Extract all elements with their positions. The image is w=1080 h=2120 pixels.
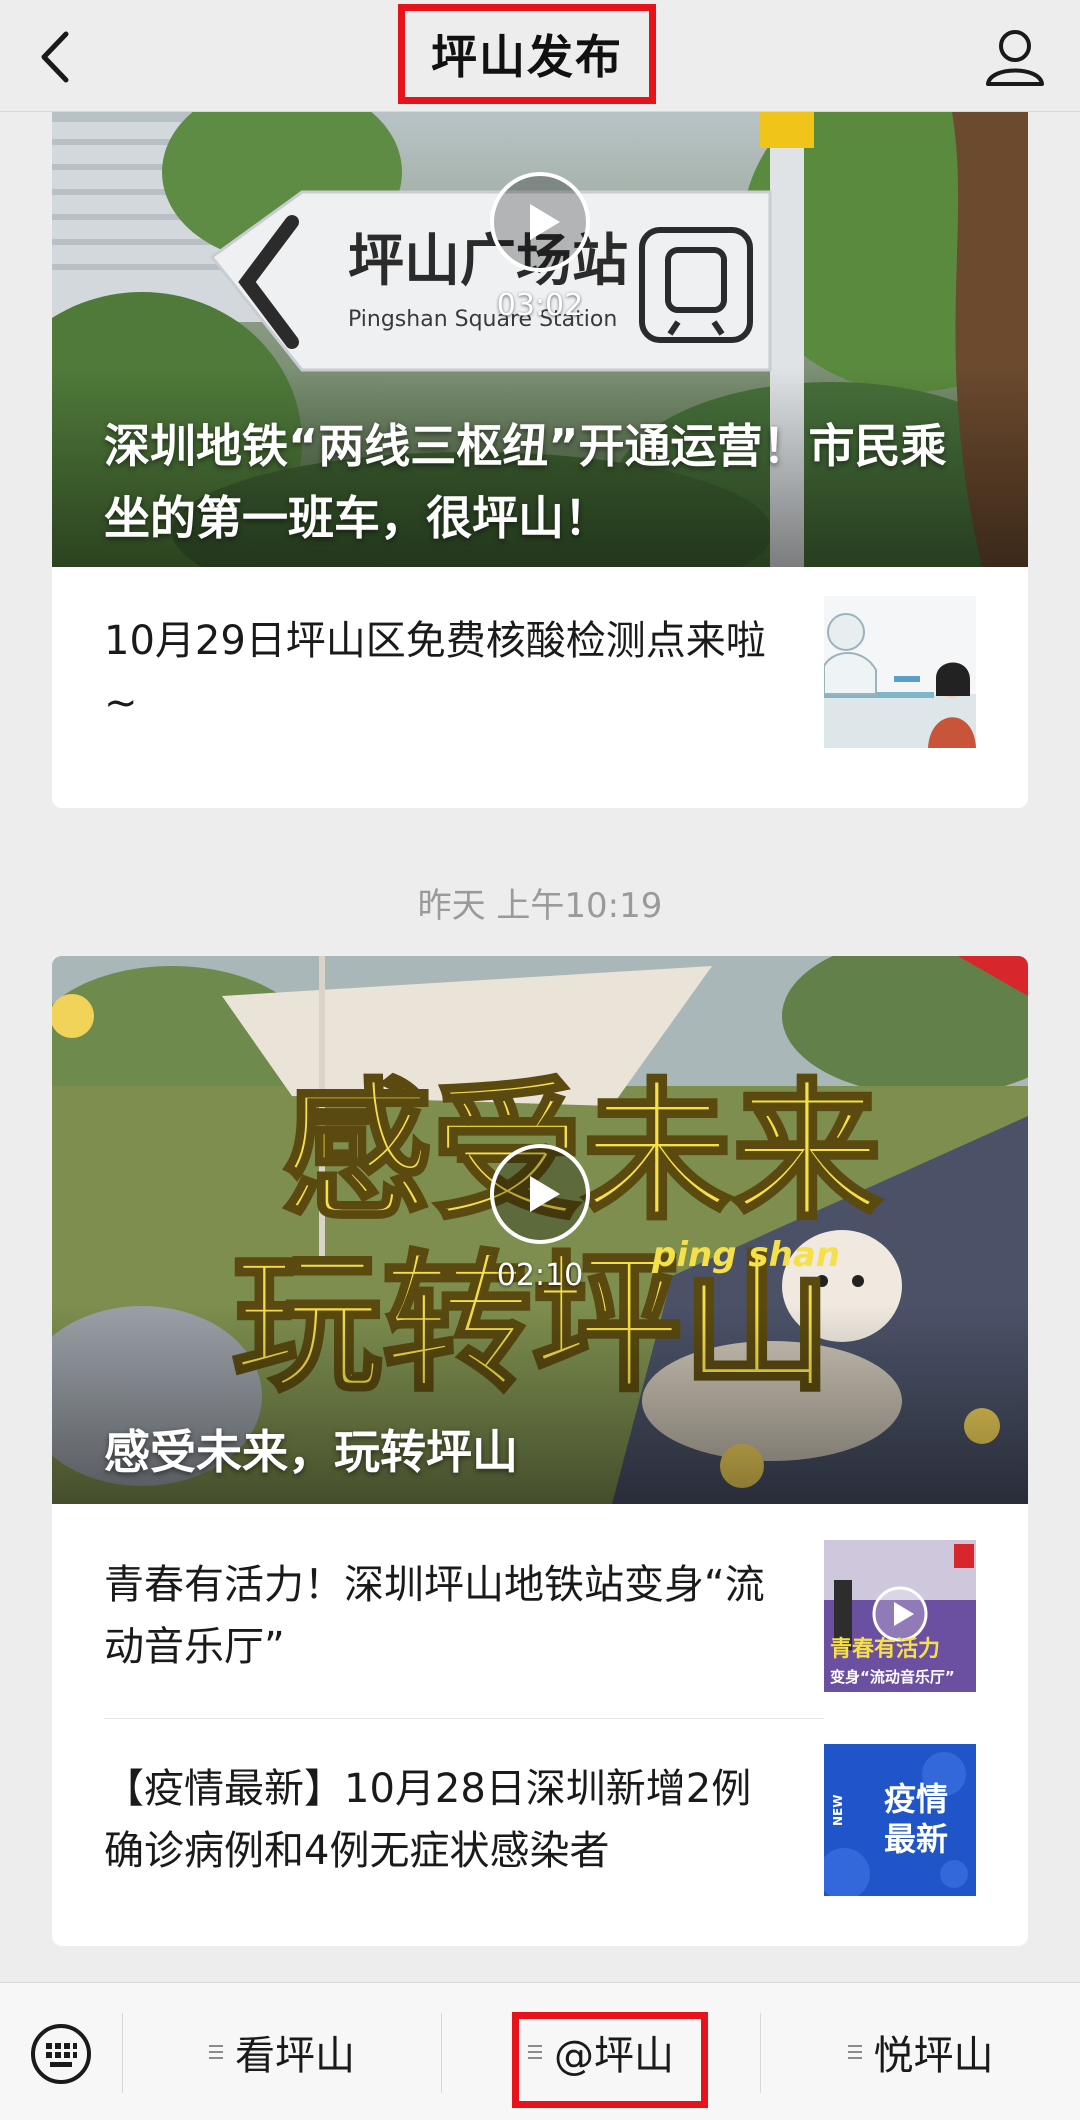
keyboard-toggle-button[interactable] xyxy=(30,2023,92,2085)
article-card-2: 感受未来 玩转坪山 ping shan 02:10 感受未来，玩转坪山 青春有活… xyxy=(52,956,1028,1946)
menu-item-kan-pingshan[interactable]: 看坪山 xyxy=(123,1983,441,2120)
menu-item-highlight xyxy=(512,2012,708,2108)
menu-item-label: 看坪山 xyxy=(235,2033,355,2079)
submenu-icon xyxy=(209,2041,223,2063)
keyboard-icon xyxy=(31,2024,91,2084)
profile-button[interactable] xyxy=(980,22,1050,92)
video-duration: 03:02 xyxy=(496,288,584,323)
svg-text:NEW: NEW xyxy=(831,1795,845,1826)
play-icon xyxy=(490,172,590,272)
message-timestamp: 昨天 上午10:19 xyxy=(417,886,663,926)
back-button[interactable] xyxy=(30,22,90,92)
list-item[interactable]: 10月29日坪山区免费核酸检测点来啦~ xyxy=(104,596,976,748)
list-item-thumbnail: NEW 疫情 最新 xyxy=(824,1744,976,1896)
list-item-title: 【疫情最新】10月28日深圳新增2例确诊病例和4例无症状感染者 xyxy=(104,1766,752,1874)
hero-title[interactable]: 感受未来，玩转坪山 xyxy=(104,1416,976,1488)
page-title: 坪山发布 xyxy=(431,30,623,84)
svg-text:最新: 最新 xyxy=(884,1820,948,1858)
play-button[interactable] xyxy=(488,1142,592,1246)
video-hero-1[interactable]: 坪山广场站 Pingshan Square Station 03:02 深圳地铁… xyxy=(52,112,1028,567)
thumbnail-music-hall: 青春有活力 变身“流动音乐厅” xyxy=(824,1540,976,1692)
submenu-icon xyxy=(847,2041,862,2063)
list-item-thumbnail xyxy=(824,596,976,748)
svg-text:疫情: 疫情 xyxy=(884,1780,948,1818)
hero-title[interactable]: 深圳地铁“两线三枢纽”开通运营！市民乘坐的第一班车，很坪山！ xyxy=(104,410,976,554)
list-item[interactable]: 【疫情最新】10月28日深圳新增2例确诊病例和4例无症状感染者 NEW 疫情 最… xyxy=(104,1744,976,1896)
list-item-title: 10月29日坪山区免费核酸检测点来啦~ xyxy=(104,618,766,726)
chevron-left-icon xyxy=(41,31,69,83)
play-icon xyxy=(490,1144,590,1244)
list-item-thumbnail: 青春有活力 变身“流动音乐厅” xyxy=(824,1540,976,1692)
video-duration: 02:10 xyxy=(496,1258,584,1293)
user-icon xyxy=(986,30,1044,86)
list-item[interactable]: 青春有活力！深圳坪山地铁站变身“流动音乐厅” 青春有活力 变身“流动音乐厅” xyxy=(104,1540,976,1692)
menu-item-yue-pingshan[interactable]: 悦坪山 xyxy=(761,1983,1080,2120)
svg-text:青春有活力: 青春有活力 xyxy=(830,1636,940,1662)
list-divider xyxy=(104,1718,824,1719)
play-button[interactable] xyxy=(488,170,592,274)
list-item-title: 青春有活力！深圳坪山地铁站变身“流动音乐厅” xyxy=(104,1562,765,1670)
page-title-highlight: 坪山发布 xyxy=(398,4,656,104)
top-navigation-bar: 坪山发布 xyxy=(0,0,1080,112)
thumbnail-nucleic-test xyxy=(824,596,976,748)
menu-item-label: 悦坪山 xyxy=(873,2033,994,2079)
article-card-1: 坪山广场站 Pingshan Square Station 03:02 深圳地铁… xyxy=(52,112,1028,808)
thumbnail-epidemic-news: NEW 疫情 最新 xyxy=(824,1744,976,1896)
video-hero-2[interactable]: 感受未来 玩转坪山 ping shan 02:10 感受未来，玩转坪山 xyxy=(52,956,1028,1504)
svg-text:变身“流动音乐厅”: 变身“流动音乐厅” xyxy=(830,1668,955,1686)
